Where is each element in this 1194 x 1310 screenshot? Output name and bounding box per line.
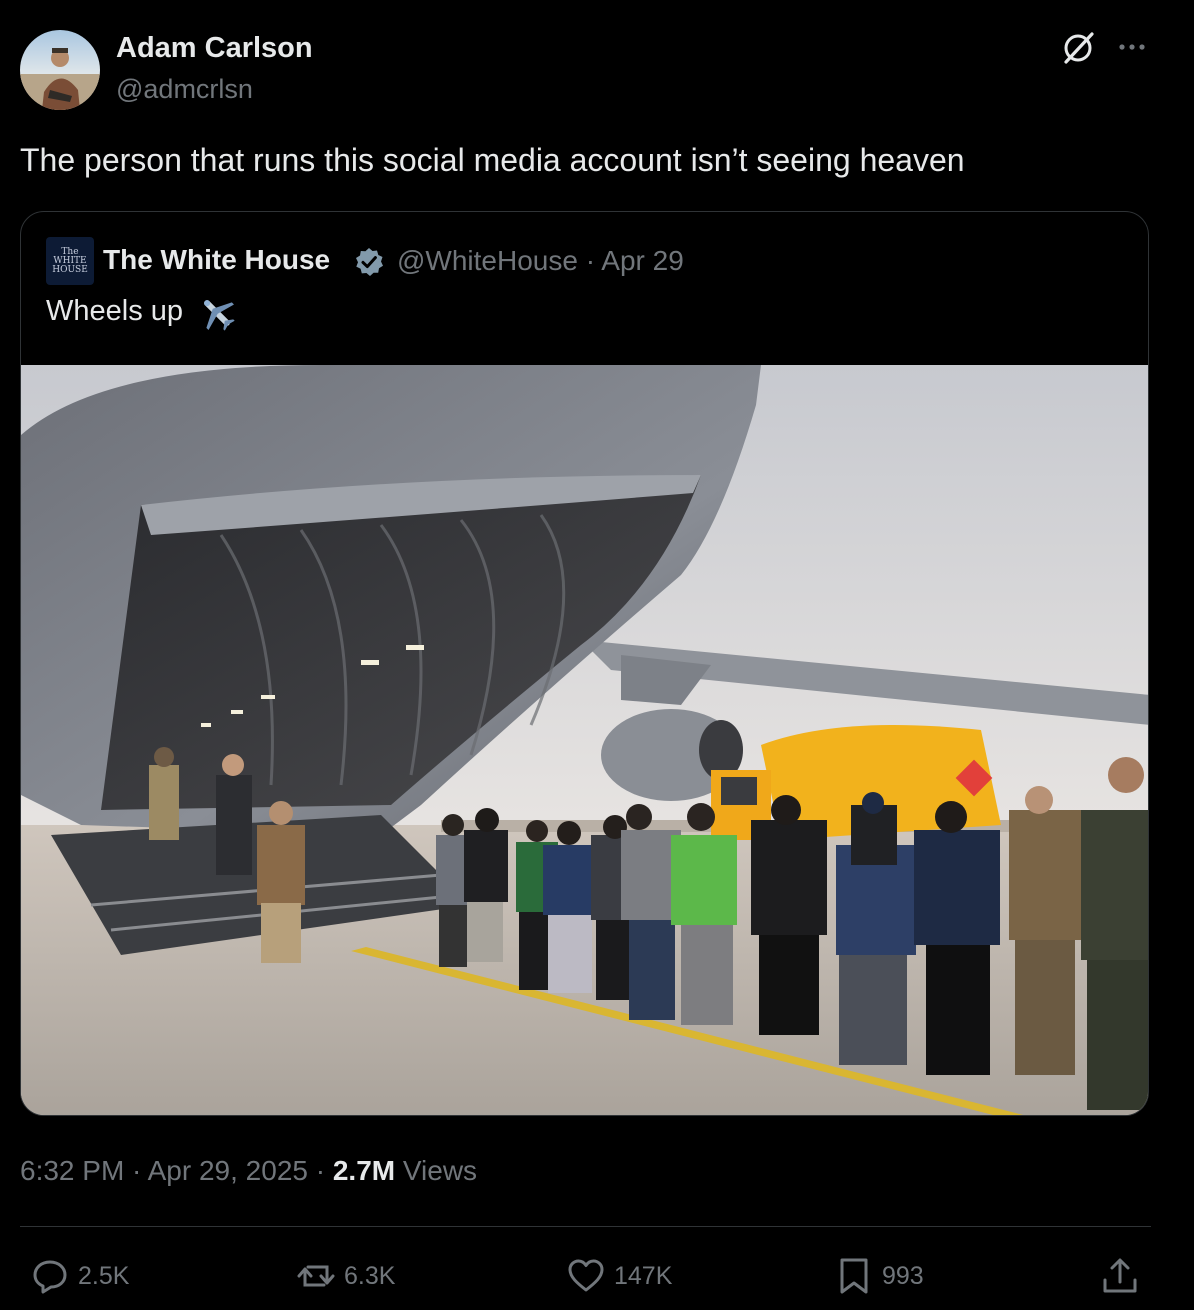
share-icon [1103,1258,1137,1293]
author-handle[interactable]: @admcrlsn [116,74,253,105]
author-avatar[interactable] [20,30,100,110]
divider [20,1226,1151,1227]
quoted-tweet-text: Wheels up [46,295,184,327]
verified-badge-icon [353,246,385,278]
heart-icon [568,1259,604,1292]
reply-count: 2.5K [78,1261,130,1290]
quoted-author-avatar[interactable]: The WHITE HOUSE [46,237,94,285]
author-name[interactable]: Adam Carlson [116,32,313,65]
bookmark-count: 993 [882,1261,924,1290]
repost-icon [297,1265,335,1287]
quoted-tweet-card[interactable]: The WHITE HOUSE The White House @WhiteHo… [20,211,1149,1116]
airplane-icon [197,294,237,332]
quoted-handle-date[interactable]: @WhiteHouse · Apr 29 [397,245,684,277]
tweet-meta: 6:32 PM · Apr 29, 2025 · 2.7M Views [20,1155,477,1187]
reply-icon [33,1260,67,1294]
like-button[interactable]: 147K [566,1256,672,1296]
bookmark-button[interactable]: 993 [834,1256,924,1296]
avatar-text-line: HOUSE [52,264,88,275]
views-count: 2.7M [332,1155,396,1186]
reply-button[interactable]: 2.5K [30,1256,129,1296]
quoted-author-name[interactable]: The White House [103,244,330,276]
views-label: Views [395,1155,478,1186]
repost-count: 6.3K [344,1261,396,1290]
like-count: 147K [614,1261,673,1290]
share-button[interactable] [1100,1256,1148,1296]
repost-button[interactable]: 6.3K [296,1256,395,1296]
more-options-icon[interactable] [1114,32,1150,62]
tweet-text: The person that runs this social media a… [20,142,965,178]
quoted-tweet-photo[interactable] [21,365,1148,1115]
tweet-timestamp[interactable]: 6:32 PM · Apr 29, 2025 · [20,1155,333,1186]
grok-icon[interactable] [1060,30,1096,66]
bookmark-icon [840,1258,868,1294]
